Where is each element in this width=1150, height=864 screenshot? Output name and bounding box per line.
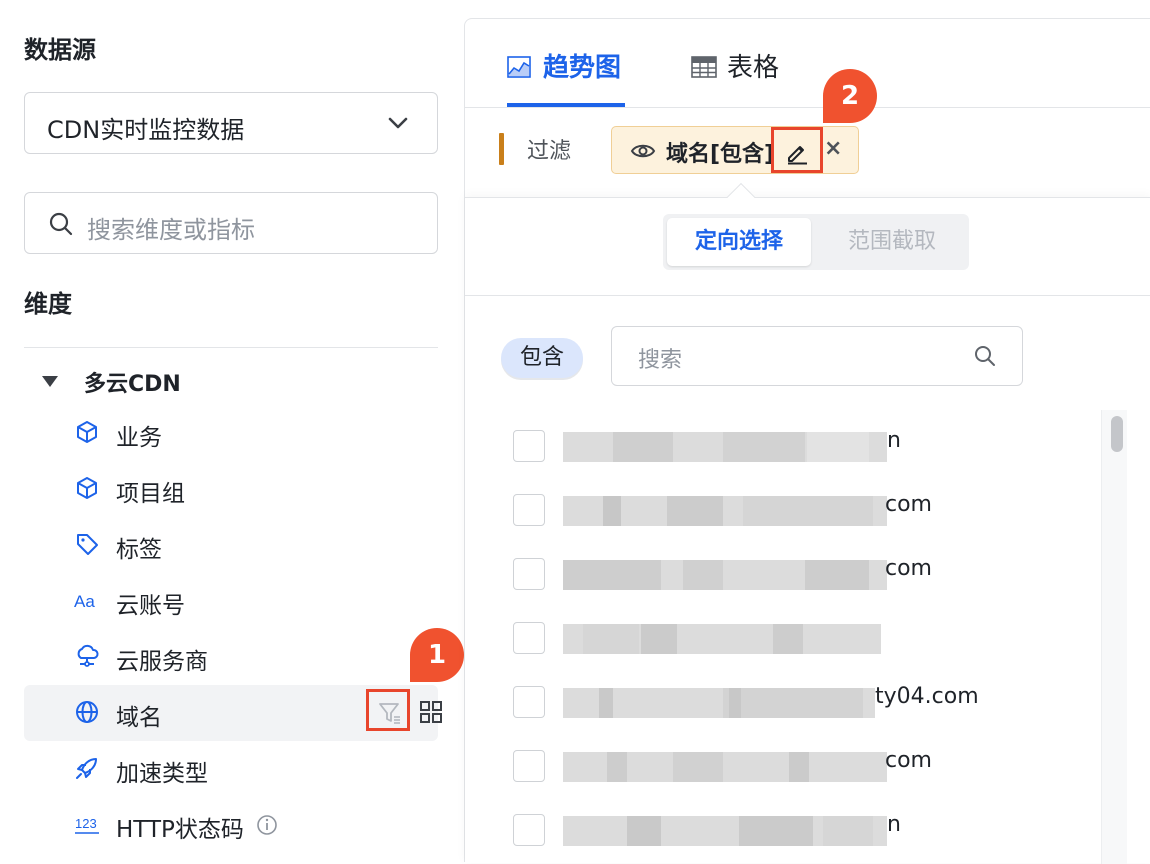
- option-checkbox[interactable]: [513, 494, 545, 526]
- step-badge-2: 2: [823, 69, 877, 123]
- filter-marker: [499, 133, 504, 165]
- option-text-suffix: n: [887, 812, 901, 837]
- list-item[interactable]: n: [513, 810, 1073, 850]
- option-checkbox[interactable]: [513, 622, 545, 654]
- table-icon: [691, 56, 717, 78]
- filter-chip-text: 域名[包含]: [666, 142, 775, 167]
- grid-icon: [420, 701, 442, 723]
- cloud-network-icon: [77, 644, 99, 667]
- chart-panel: 趋势图 表格 过滤 域名[包含] × 2 定向选择 范围截取 包含 搜索 n c…: [464, 18, 1150, 864]
- divider: [465, 295, 1150, 296]
- redacted-domain: [563, 624, 881, 654]
- datasource-title: 数据源: [24, 36, 96, 64]
- group-label: 多云CDN: [84, 372, 181, 397]
- option-checkbox[interactable]: [513, 558, 545, 590]
- option-text-suffix: com: [885, 492, 932, 517]
- filter-mode-segmented: 定向选择 范围截取: [663, 214, 969, 270]
- option-checkbox[interactable]: [513, 430, 545, 462]
- redacted-domain: [563, 432, 887, 462]
- list-item[interactable]: com: [513, 746, 1073, 786]
- highlight-box-2: [771, 127, 823, 173]
- dimension-item-label: 项目组: [116, 481, 185, 507]
- dimension-item-label: 标签: [116, 537, 162, 563]
- option-text-suffix: com: [885, 748, 932, 773]
- value-search-input[interactable]: 搜索: [611, 326, 1023, 386]
- dimension-item-label: 云服务商: [116, 649, 208, 675]
- list-item[interactable]: n: [513, 426, 1073, 466]
- filter-label: 过滤: [527, 139, 572, 164]
- option-text-suffix: ty04.com: [875, 684, 979, 709]
- include-mode-toggle[interactable]: 包含: [501, 338, 583, 378]
- step-badge-1: 1: [410, 628, 464, 682]
- dimension-item-label: 域名: [116, 705, 162, 731]
- dimension-item-cloud-provider[interactable]: 云服务商: [24, 629, 438, 685]
- tab-label: 表格: [727, 53, 780, 83]
- dimension-title: 维度: [24, 290, 72, 318]
- option-text-suffix: n: [887, 428, 901, 453]
- rocket-icon: [76, 758, 97, 779]
- divider: [24, 347, 438, 348]
- dimension-item-acceleration-type[interactable]: 加速类型: [24, 741, 438, 797]
- option-text-suffix: com: [885, 556, 932, 581]
- redacted-domain: [563, 816, 887, 846]
- redacted-domain: [563, 496, 887, 526]
- dimension-item-http-status[interactable]: 123 HTTP状态码: [24, 797, 438, 853]
- dimension-item-label: 业务: [116, 425, 162, 451]
- dimension-search-input[interactable]: 搜索维度或指标: [24, 192, 438, 254]
- dimension-item-label: 加速类型: [116, 761, 208, 787]
- eye-icon[interactable]: [630, 141, 656, 161]
- svg-text:123: 123: [75, 816, 97, 831]
- dimension-item-cloud-account[interactable]: Aa 云账号: [24, 573, 438, 629]
- search-icon: [49, 212, 73, 236]
- search-icon: [975, 346, 995, 366]
- number-123-icon: 123: [75, 816, 99, 834]
- option-checkbox[interactable]: [513, 814, 545, 846]
- dimension-panel: 数据源 CDN实时监控数据 搜索维度或指标 维度 多云CDN 业务 项目组 标签…: [0, 0, 464, 862]
- scrollbar-track[interactable]: [1101, 410, 1127, 864]
- list-item[interactable]: com: [513, 554, 1073, 594]
- info-icon[interactable]: [256, 814, 278, 836]
- globe-icon: [76, 701, 98, 723]
- datasource-select[interactable]: CDN实时监控数据: [24, 92, 438, 154]
- list-item[interactable]: ty04.com: [513, 682, 1073, 722]
- tab-label: 趋势图: [543, 53, 622, 83]
- segment-range-cut[interactable]: 范围截取: [819, 218, 965, 266]
- dimension-item-tag[interactable]: 标签: [24, 517, 438, 573]
- search-placeholder: 搜索: [638, 348, 683, 373]
- list-item[interactable]: com: [513, 490, 1073, 530]
- tag-icon: [77, 534, 98, 555]
- list-item[interactable]: [513, 618, 1073, 658]
- search-placeholder: 搜索维度或指标: [87, 216, 255, 244]
- redacted-domain: [563, 560, 887, 590]
- filter-popover: 定向选择 范围截取 包含 搜索 n com com ty04.com com n: [465, 197, 1150, 864]
- svg-text:Aa: Aa: [74, 592, 95, 611]
- cube-icon: [77, 421, 97, 443]
- font-aa-icon: Aa: [74, 592, 95, 611]
- add-group-button[interactable]: [412, 693, 452, 733]
- caret-down-icon: [42, 376, 58, 387]
- segment-directed-select[interactable]: 定向选择: [667, 218, 811, 266]
- dimension-item-project-group[interactable]: 项目组: [24, 461, 438, 517]
- datasource-value: CDN实时监控数据: [47, 116, 245, 144]
- redacted-domain: [563, 688, 875, 718]
- option-checkbox[interactable]: [513, 750, 545, 782]
- scrollbar-thumb[interactable]: [1111, 416, 1123, 452]
- divider: [465, 107, 1150, 108]
- dimension-item-label: HTTP状态码: [116, 817, 244, 843]
- option-checkbox[interactable]: [513, 686, 545, 718]
- highlight-box-1: [366, 689, 410, 731]
- dimension-item-label: 云账号: [116, 593, 185, 619]
- dimension-item-business[interactable]: 业务: [24, 405, 438, 461]
- redacted-domain: [563, 752, 887, 782]
- chevron-down-icon: [388, 117, 408, 129]
- remove-filter-button[interactable]: ×: [824, 136, 842, 161]
- cube-icon: [77, 477, 97, 499]
- area-chart-icon: [507, 56, 531, 78]
